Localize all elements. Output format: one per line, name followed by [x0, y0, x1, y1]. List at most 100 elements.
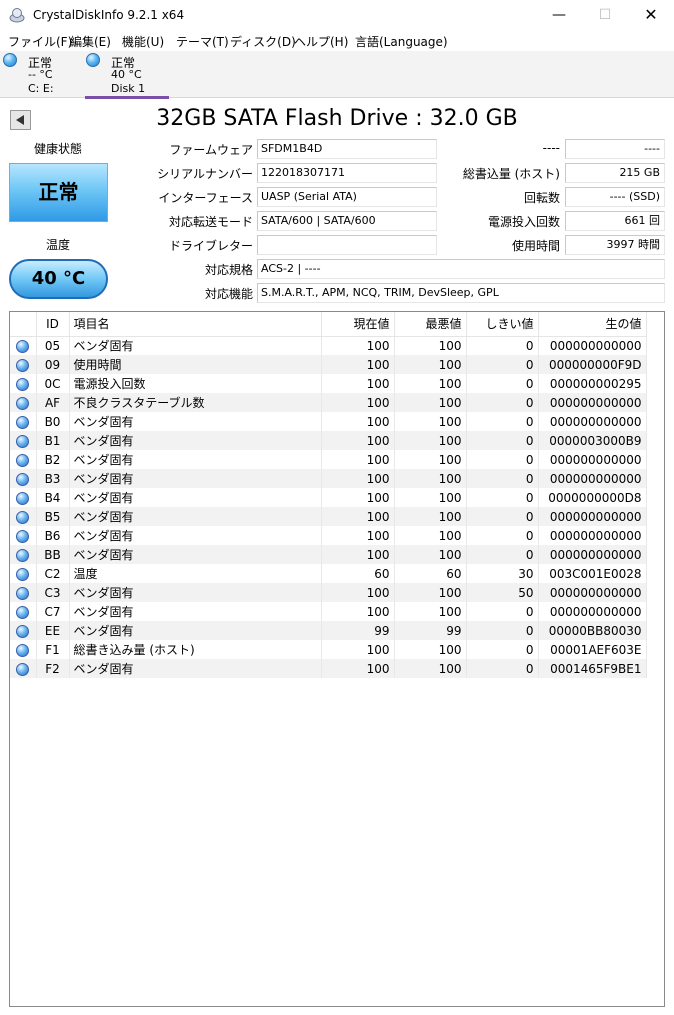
table-row[interactable]: B6 ベンダ固有 100 100 0 000000000000 [10, 526, 647, 545]
attribute-threshold: 0 [466, 450, 539, 469]
attribute-id: B1 [36, 431, 70, 450]
attribute-id: C2 [36, 564, 70, 583]
attribute-worst: 100 [394, 583, 467, 602]
standard-label: 対応規格 [204, 263, 253, 277]
attribute-worst: 100 [394, 640, 467, 659]
attribute-threshold: 0 [466, 412, 539, 431]
interface-field: UASP (Serial ATA) [257, 187, 437, 207]
attribute-current: 100 [321, 469, 395, 488]
disk-tab-temp: -- °C [28, 68, 53, 81]
table-row[interactable]: AF 不良クラスタテーブル数 100 100 0 000000000000 [10, 393, 647, 412]
attribute-worst: 100 [394, 488, 467, 507]
column-header-name[interactable]: 項目名 [69, 312, 322, 337]
status-dot-icon [16, 358, 30, 372]
menu-bar: ファイル(F) 編集(E) 機能(U) テーマ(T) ディスク(D) ヘルプ(H… [0, 31, 674, 51]
health-status-button[interactable]: 正常 [9, 163, 108, 222]
column-header-threshold[interactable]: しきい値 [466, 312, 539, 337]
attribute-worst: 100 [394, 545, 467, 564]
attribute-worst: 100 [394, 412, 467, 431]
column-header-worst[interactable]: 最悪値 [394, 312, 467, 337]
status-dot-icon [16, 415, 30, 429]
power-count-field: 661 回 [565, 211, 665, 231]
status-dot-icon [16, 510, 30, 524]
attribute-id: BB [36, 545, 70, 564]
table-row[interactable]: C7 ベンダ固有 100 100 0 000000000000 [10, 602, 647, 621]
attribute-raw: 000000000295 [538, 374, 647, 393]
column-header-raw[interactable]: 生の値 [538, 312, 647, 337]
temperature-label: 温度 [45, 238, 70, 252]
table-row[interactable]: EE ベンダ固有 99 99 0 00000BB80030 [10, 621, 647, 640]
attribute-raw: 000000000000 [538, 602, 647, 621]
attribute-raw: 000000000F9D [538, 355, 647, 374]
attribute-worst: 100 [394, 431, 467, 450]
power-count-label: 電源投入回数 [487, 215, 560, 229]
status-dot-icon [10, 336, 37, 355]
table-row[interactable]: C3 ベンダ固有 100 100 50 000000000000 [10, 583, 647, 602]
attribute-raw: 00000BB80030 [538, 621, 647, 640]
column-header-id[interactable]: ID [36, 312, 70, 337]
column-header-icon[interactable] [10, 312, 37, 337]
temperature-button[interactable]: 40 °C [9, 259, 108, 299]
table-row[interactable]: B5 ベンダ固有 100 100 0 000000000000 [10, 507, 647, 526]
table-row[interactable]: B3 ベンダ固有 100 100 0 000000000000 [10, 469, 647, 488]
features-field: S.M.A.R.T., APM, NCQ, TRIM, DevSleep, GP… [257, 283, 665, 303]
smart-header-row: ID 項目名 現在値 最悪値 しきい値 生の値 [10, 312, 647, 337]
disk-tab-name: Disk 1 [111, 82, 146, 95]
attribute-raw: 000000000000 [538, 469, 647, 488]
menu-theme[interactable]: テーマ(T) [176, 33, 229, 50]
maximize-icon[interactable]: ☐ [582, 0, 628, 31]
table-row[interactable]: B2 ベンダ固有 100 100 0 000000000000 [10, 450, 647, 469]
serial-label: シリアルナンバー [157, 167, 253, 181]
attribute-name: ベンダ固有 [69, 545, 322, 564]
attribute-current: 60 [321, 564, 395, 583]
smart-attributes-list[interactable]: ID 項目名 現在値 最悪値 しきい値 生の値 05 ベンダ固有 100 100 0 00… [9, 311, 665, 1007]
table-row[interactable]: B0 ベンダ固有 100 100 0 000000000000 [10, 412, 647, 431]
menu-disk[interactable]: ディスク(D) [230, 33, 296, 50]
disk-tab-2[interactable]: 正常 40 °C Disk 1 [85, 51, 169, 98]
table-row[interactable]: B1 ベンダ固有 100 100 0 0000003000B9 [10, 431, 647, 450]
status-dot-icon [10, 545, 37, 564]
attribute-current: 100 [321, 602, 395, 621]
menu-function[interactable]: 機能(U) [122, 33, 164, 50]
menu-help[interactable]: ヘルプ(H) [294, 33, 348, 50]
attribute-raw: 000000000000 [538, 583, 647, 602]
health-status-icon [86, 53, 100, 67]
attribute-id: EE [36, 621, 70, 640]
status-dot-icon [10, 374, 37, 393]
close-icon[interactable]: ✕ [628, 0, 674, 31]
attribute-name: 温度 [69, 564, 322, 583]
column-header-current[interactable]: 現在値 [321, 312, 395, 337]
attribute-current: 99 [321, 621, 395, 640]
attribute-raw: 0001465F9BE1 [538, 659, 647, 678]
menu-language[interactable]: 言語(Language) [355, 33, 448, 50]
table-row[interactable]: F2 ベンダ固有 100 100 0 0001465F9BE1 [10, 659, 647, 678]
status-dot-icon [10, 602, 37, 621]
status-dot-icon [16, 377, 30, 391]
status-dot-icon [10, 659, 37, 678]
host-writes-field: 215 GB [565, 163, 665, 183]
attribute-threshold: 0 [466, 355, 539, 374]
serial-field: 122018307171 [257, 163, 437, 183]
minimize-icon[interactable]: — [536, 0, 582, 31]
attribute-name: ベンダ固有 [69, 431, 322, 450]
table-row[interactable]: F1 総書き込み量 (ホスト) 100 100 0 00001AEF603E [10, 640, 647, 659]
table-row[interactable]: 09 使用時間 100 100 0 000000000F9D [10, 355, 647, 374]
attribute-threshold: 0 [466, 545, 539, 564]
attribute-id: F2 [36, 659, 70, 678]
attribute-current: 100 [321, 336, 395, 355]
status-dot-icon [16, 453, 30, 467]
menu-edit[interactable]: 編集(E) [70, 33, 111, 50]
attribute-name: ベンダ固有 [69, 659, 322, 678]
status-dot-icon [10, 621, 37, 640]
table-row[interactable]: B4 ベンダ固有 100 100 0 0000000000D8 [10, 488, 647, 507]
table-row[interactable]: BB ベンダ固有 100 100 0 000000000000 [10, 545, 647, 564]
disk-tab-1[interactable]: 正常 -- °C C: E: [0, 51, 84, 98]
menu-file[interactable]: ファイル(F) [8, 33, 72, 50]
attribute-worst: 100 [394, 507, 467, 526]
title-bar: CrystalDiskInfo 9.2.1 x64 — ☐ ✕ [0, 0, 674, 31]
power-hours-field: 3997 時間 [565, 235, 665, 255]
table-row[interactable]: 05 ベンダ固有 100 100 0 000000000000 [10, 336, 647, 355]
table-row[interactable]: C2 温度 60 60 30 003C001E0028 [10, 564, 647, 583]
status-dot-icon [10, 431, 37, 450]
table-row[interactable]: 0C 電源投入回数 100 100 0 000000000295 [10, 374, 647, 393]
